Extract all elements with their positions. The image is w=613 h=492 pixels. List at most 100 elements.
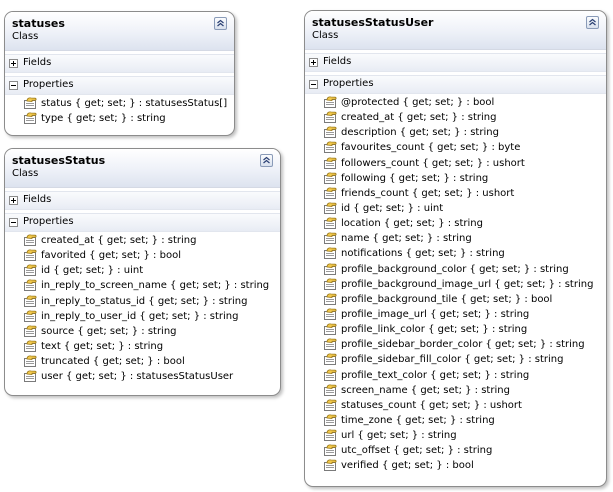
property-icon [23, 355, 38, 368]
property-signature: verified { get; set; } : bool [341, 460, 474, 472]
property-icon [323, 444, 338, 457]
property-icon [23, 340, 38, 353]
property-row[interactable]: @protected { get; set; } : bool [305, 95, 606, 110]
property-row[interactable]: type { get; set; } : string [5, 111, 234, 126]
property-row[interactable]: profile_background_tile { get; set; } : … [305, 292, 606, 307]
properties-section[interactable]: Properties [5, 213, 280, 232]
property-row[interactable]: followers_count { get; set; } : ushort [305, 156, 606, 171]
property-row[interactable]: id { get; set; } : uint [305, 201, 606, 216]
class-box-statusesStatus[interactable]: statusesStatus Class Fields Properties c… [4, 148, 281, 396]
double-chevron-up-icon[interactable] [214, 17, 227, 30]
properties-section[interactable]: Properties [5, 76, 234, 95]
minus-icon[interactable] [9, 218, 18, 227]
property-row[interactable]: profile_sidebar_fill_color { get; set; }… [305, 352, 606, 367]
property-signature: profile_link_color { get; set; } : strin… [341, 324, 528, 336]
class-header[interactable]: statuses Class [5, 12, 234, 51]
property-signature: profile_background_color { get; set; } :… [341, 263, 569, 275]
property-row[interactable]: status { get; set; } : statusesStatus[] [5, 96, 234, 111]
plus-icon[interactable] [9, 196, 18, 205]
property-list: status { get; set; } : statusesStatus[] t… [5, 95, 234, 126]
property-icon [23, 279, 38, 292]
property-signature: in_reply_to_status_id { get; set; } : st… [41, 295, 248, 307]
property-signature: created_at { get; set; } : string [41, 235, 197, 246]
property-icon [323, 247, 338, 260]
property-row[interactable]: profile_text_color { get; set; } : strin… [305, 368, 606, 383]
property-row[interactable]: profile_background_image_url { get; set;… [305, 277, 606, 292]
property-row[interactable]: verified { get; set; } : bool [305, 458, 606, 473]
property-row[interactable]: truncated { get; set; } : bool [5, 354, 280, 369]
property-icon [323, 459, 338, 472]
property-signature: utc_offset { get; set; } : string [341, 445, 493, 457]
property-row[interactable]: utc_offset { get; set; } : string [305, 443, 606, 458]
property-row[interactable]: favorited { get; set; } : bool [5, 248, 280, 263]
property-row[interactable]: created_at { get; set; } : string [305, 110, 606, 125]
property-icon [323, 172, 338, 185]
property-row[interactable]: profile_link_color { get; set; } : strin… [305, 322, 606, 337]
property-icon [323, 157, 338, 170]
fields-section[interactable]: Fields [305, 53, 606, 72]
property-icon [323, 202, 338, 215]
property-icon [323, 263, 338, 276]
class-header[interactable]: statusesStatus Class [5, 149, 280, 188]
property-signature: truncated { get; set; } : bool [41, 356, 185, 368]
property-row[interactable]: time_zone { get; set; } : string [305, 413, 606, 428]
fields-label: Fields [323, 56, 352, 67]
property-row[interactable]: favourites_count { get; set; } : byte [305, 140, 606, 155]
property-icon [23, 97, 38, 110]
property-row[interactable]: source { get; set; } : string [5, 324, 280, 339]
property-icon [323, 414, 338, 427]
property-row[interactable]: name { get; set; } : string [305, 231, 606, 246]
property-icon [323, 384, 338, 397]
property-row[interactable]: description { get; set; } : string [305, 125, 606, 140]
property-row[interactable]: in_reply_to_status_id { get; set; } : st… [5, 294, 280, 309]
property-row[interactable]: profile_image_url { get; set; } : string [305, 307, 606, 322]
properties-label: Properties [323, 78, 374, 89]
property-icon [323, 369, 338, 382]
property-row[interactable]: location { get; set; } : string [305, 216, 606, 231]
fields-label: Fields [23, 194, 52, 205]
property-row[interactable]: text { get; set; } : string [5, 339, 280, 354]
property-row[interactable]: statuses_count { get; set; } : ushort [305, 398, 606, 413]
double-chevron-up-icon[interactable] [586, 16, 599, 29]
property-icon [323, 338, 338, 351]
property-row[interactable]: in_reply_to_user_id { get; set; } : stri… [5, 309, 280, 324]
property-signature: in_reply_to_user_id { get; set; } : stri… [41, 310, 239, 322]
property-icon [323, 126, 338, 139]
properties-section[interactable]: Properties [305, 75, 606, 94]
fields-section[interactable]: Fields [5, 54, 234, 73]
minus-icon[interactable] [9, 81, 18, 90]
property-signature: notifications { get; set; } : string [341, 248, 505, 260]
property-row[interactable]: profile_background_color { get; set; } :… [305, 262, 606, 277]
property-row[interactable]: friends_count { get; set; } : ushort [305, 186, 606, 201]
class-box-statusesStatusUser[interactable]: statusesStatusUser Class Fields Properti… [304, 10, 607, 487]
plus-icon[interactable] [9, 59, 18, 68]
property-signature: profile_sidebar_border_color { get; set;… [341, 339, 585, 351]
minus-icon[interactable] [309, 80, 318, 89]
property-icon [323, 429, 338, 442]
property-row[interactable]: user { get; set; } : statusesStatusUser [5, 369, 280, 384]
property-row[interactable]: id { get; set; } : uint [5, 263, 280, 278]
property-signature: friends_count { get; set; } : ushort [341, 187, 515, 199]
property-row[interactable]: created_at { get; set; } : string [5, 233, 280, 248]
property-row[interactable]: url { get; set; } : string [305, 428, 606, 443]
property-signature: source { get; set; } : string [41, 325, 177, 337]
property-row[interactable]: in_reply_to_screen_name { get; set; } : … [5, 278, 280, 293]
property-signature: type { get; set; } : string [41, 113, 166, 125]
property-row[interactable]: notifications { get; set; } : string [305, 246, 606, 261]
properties-label: Properties [23, 79, 74, 90]
class-box-statuses[interactable]: statuses Class Fields Properties status … [4, 11, 235, 136]
property-row[interactable]: profile_sidebar_border_color { get; set;… [305, 337, 606, 352]
property-signature: id { get; set; } : uint [41, 265, 144, 277]
property-icon [23, 370, 38, 383]
class-kind: Class [12, 168, 39, 179]
plus-icon[interactable] [309, 58, 318, 67]
properties-label: Properties [23, 216, 74, 227]
property-row[interactable]: following { get; set; } : string [305, 171, 606, 186]
fields-section[interactable]: Fields [5, 191, 280, 210]
double-chevron-up-icon[interactable] [260, 154, 273, 167]
property-row[interactable]: screen_name { get; set; } : string [305, 383, 606, 398]
property-signature: followers_count { get; set; } : ushort [341, 157, 525, 169]
property-signature: id { get; set; } : uint [341, 202, 444, 214]
property-icon [323, 111, 338, 124]
class-header[interactable]: statusesStatusUser Class [305, 11, 606, 50]
